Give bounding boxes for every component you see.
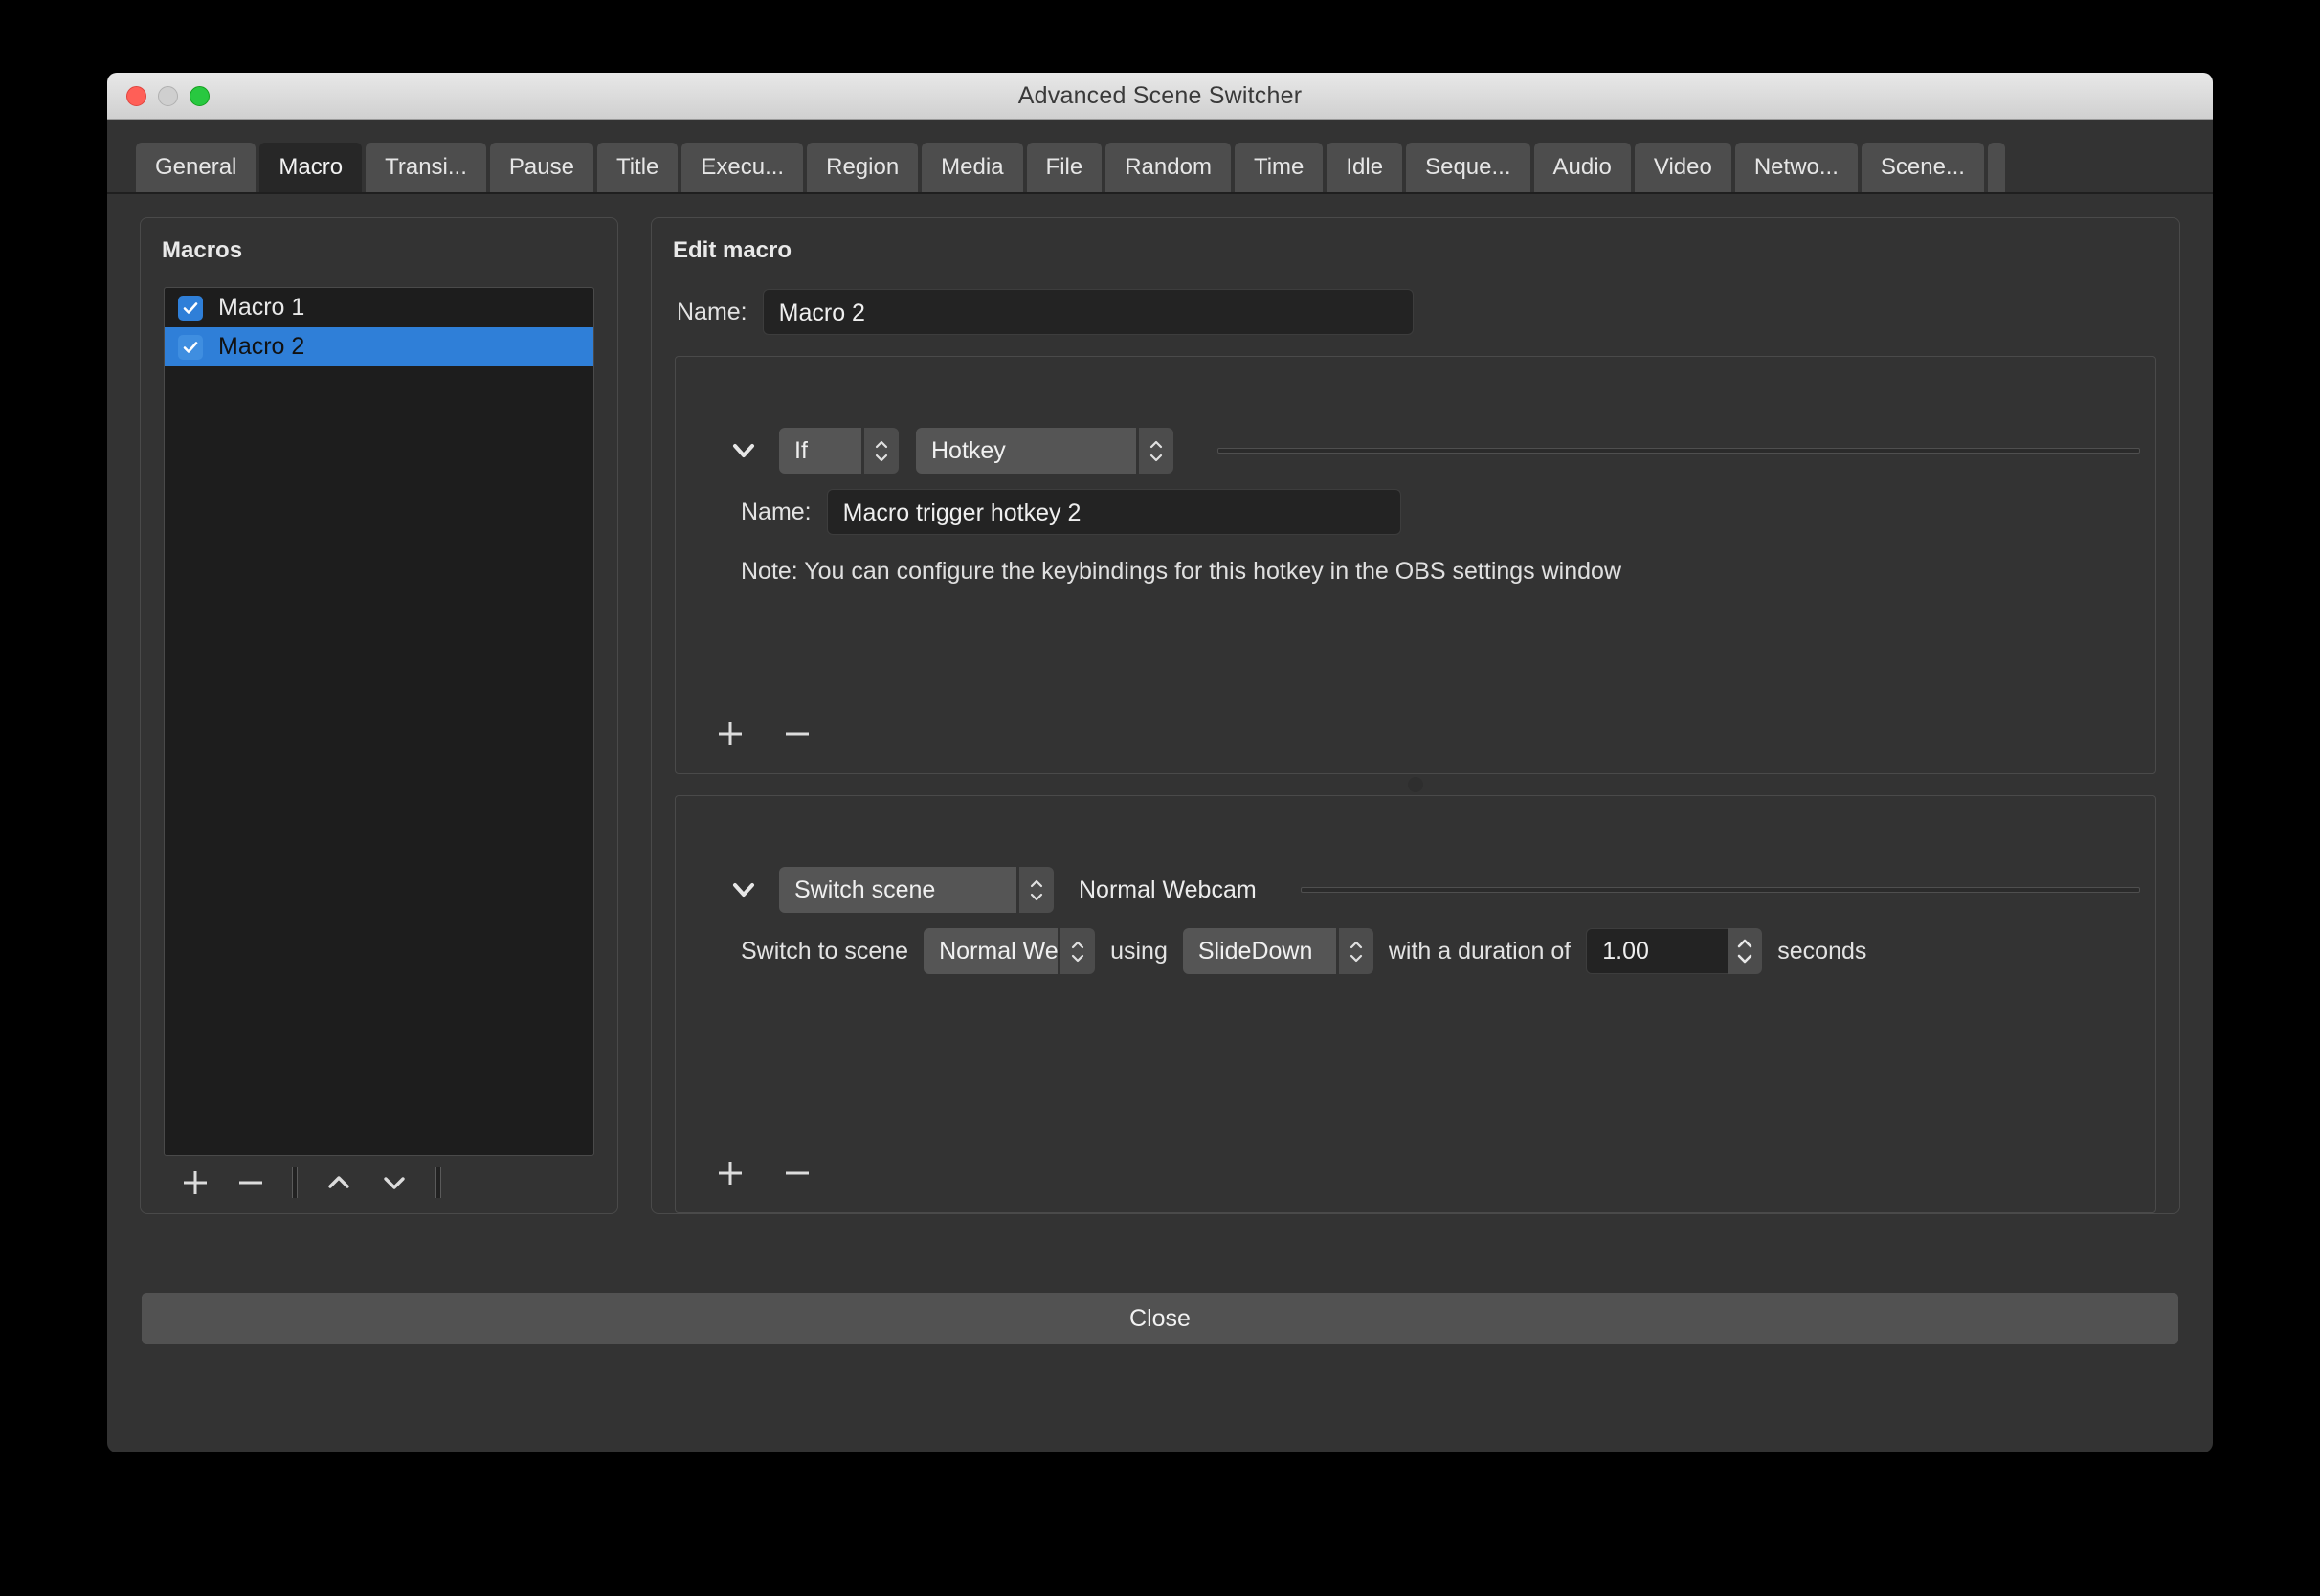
main-content: Macros Macro 1 Macro 2 Edit macro Name: … [107,194,2213,1266]
switch-to-scene-label: Switch to scene [741,937,909,964]
duration-spinbox[interactable]: 1.00 [1586,928,1763,974]
tab-sequence[interactable]: Seque... [1406,143,1530,192]
add-macro-button[interactable] [167,1161,223,1205]
switch-scene-row: Switch to scene Normal Web using [676,928,2155,974]
tabbar-container: General Macro Transi... Pause Title Exec… [107,120,2213,194]
actions-section: Switch scene Normal Webcam Switch to sce… [675,795,2156,1213]
tab-random[interactable]: Random [1105,143,1231,192]
desktop-background: Advanced Scene Switcher General Macro Tr… [0,0,2320,1596]
window-titlebar[interactable]: Advanced Scene Switcher [107,73,2213,120]
hotkey-name-label: Name: [741,498,812,525]
macro-name-field-label: Name: [677,298,747,325]
collapse-chevron-down-icon[interactable] [725,432,762,469]
actions-body: Switch scene Normal Webcam Switch to sce… [676,796,2155,1151]
macro-name-input[interactable]: Macro 2 [762,289,1414,335]
section-splitter-handle[interactable] [675,774,2156,795]
tab-pause[interactable]: Pause [489,143,593,192]
condition-header-divider [1217,448,2140,454]
stepper-icon[interactable] [1019,867,1054,913]
duration-unit-label: seconds [1777,937,1867,964]
using-label: using [1110,937,1168,964]
hotkey-note-text: Note: You can configure the keybindings … [741,558,1621,585]
conditions-body: If Hotkey Name: Macro trigger hotkey 2 N… [676,357,2155,712]
tab-video[interactable]: Video [1634,143,1731,192]
toolbar-separator [435,1167,441,1198]
transition-combo[interactable]: SlideDown [1182,928,1373,974]
tab-audio[interactable]: Audio [1533,143,1631,192]
condition-logic-combo[interactable]: If [779,428,899,474]
stepper-icon[interactable] [1338,928,1373,974]
hotkey-name-input[interactable]: Macro trigger hotkey 2 [826,489,1401,535]
target-scene-combo[interactable]: Normal Web [924,928,1096,974]
list-item[interactable]: Macro 1 [165,288,593,327]
duration-value[interactable]: 1.00 [1586,928,1729,974]
add-action-button[interactable] [703,1151,758,1195]
hotkey-name-row: Name: Macro trigger hotkey 2 [676,489,2155,535]
window-title: Advanced Scene Switcher [1017,81,1303,109]
tab-executable[interactable]: Execu... [681,143,804,192]
action-summary-label: Normal Webcam [1079,876,1257,903]
stepper-icon[interactable] [864,428,899,474]
tab-overflow-partial[interactable] [1987,143,2005,192]
edit-macro-panel: Edit macro Name: Macro 2 If Hotkey Name:… [651,217,2180,1214]
conditions-section: If Hotkey Name: Macro trigger hotkey 2 N… [675,356,2156,774]
conditions-actions-splitter: If Hotkey Name: Macro trigger hotkey 2 N… [675,356,2156,1213]
condition-entry-header: If Hotkey [676,428,2155,474]
collapse-chevron-down-icon[interactable] [725,872,762,908]
macro-name-row: Name: Macro 2 [652,264,2179,335]
tab-title[interactable]: Title [596,143,679,192]
action-type-combo[interactable]: Switch scene [779,867,1054,913]
macro-enabled-checkbox[interactable] [178,334,203,360]
condition-type-value: Hotkey [916,428,1136,474]
tabbar: General Macro Transi... Pause Title Exec… [107,141,2213,194]
tab-region[interactable]: Region [807,143,919,192]
macros-panel-title: Macros [162,237,243,263]
tab-network[interactable]: Netwo... [1734,143,1858,192]
tab-media[interactable]: Media [922,143,1023,192]
condition-logic-value: If [779,428,861,474]
condition-type-combo[interactable]: Hotkey [916,428,1173,474]
tab-macro[interactable]: Macro [259,143,363,192]
macro-enabled-checkbox[interactable] [178,295,203,321]
tab-idle[interactable]: Idle [1327,143,1403,192]
action-header-divider [1300,887,2140,893]
tab-time[interactable]: Time [1234,143,1324,192]
conditions-toolbar [676,712,2155,773]
stepper-icon[interactable] [1060,928,1096,974]
advanced-scene-switcher-window: Advanced Scene Switcher General Macro Tr… [107,73,2213,1452]
action-entry-header: Switch scene Normal Webcam [676,867,2155,913]
window-controls [126,85,210,106]
remove-action-button[interactable] [770,1151,825,1195]
move-macro-up-button[interactable] [311,1161,367,1205]
target-scene-value: Normal Web [924,928,1059,974]
minimize-window-button[interactable] [158,85,178,106]
edit-macro-title: Edit macro [673,237,792,263]
splitter-grip-icon [1408,777,1423,792]
add-condition-button[interactable] [703,712,758,756]
move-macro-down-button[interactable] [367,1161,422,1205]
macro-name-label: Macro 1 [218,294,305,321]
macros-list-toolbar [141,1156,617,1213]
close-button[interactable]: Close [142,1293,2178,1344]
list-item[interactable]: Macro 2 [165,327,593,366]
tab-general[interactable]: General [136,143,257,192]
tab-scene-group[interactable]: Scene... [1861,143,1984,192]
actions-toolbar [676,1151,2155,1212]
duration-label: with a duration of [1388,937,1572,964]
remove-condition-button[interactable] [770,712,825,756]
close-window-button[interactable] [126,85,146,106]
macros-list[interactable]: Macro 1 Macro 2 [164,287,594,1156]
zoom-window-button[interactable] [190,85,210,106]
transition-value: SlideDown [1182,928,1336,974]
tab-file[interactable]: File [1026,143,1103,192]
stepper-icon[interactable] [1139,428,1173,474]
toolbar-separator [292,1167,298,1198]
remove-macro-button[interactable] [223,1161,279,1205]
action-type-value: Switch scene [779,867,1016,913]
macros-panel: Macros Macro 1 Macro 2 [140,217,618,1214]
window-footer: Close [107,1266,2213,1373]
tab-transitions[interactable]: Transi... [366,143,486,192]
macro-name-label: Macro 2 [218,333,305,360]
spinner-icon[interactable] [1728,928,1763,974]
